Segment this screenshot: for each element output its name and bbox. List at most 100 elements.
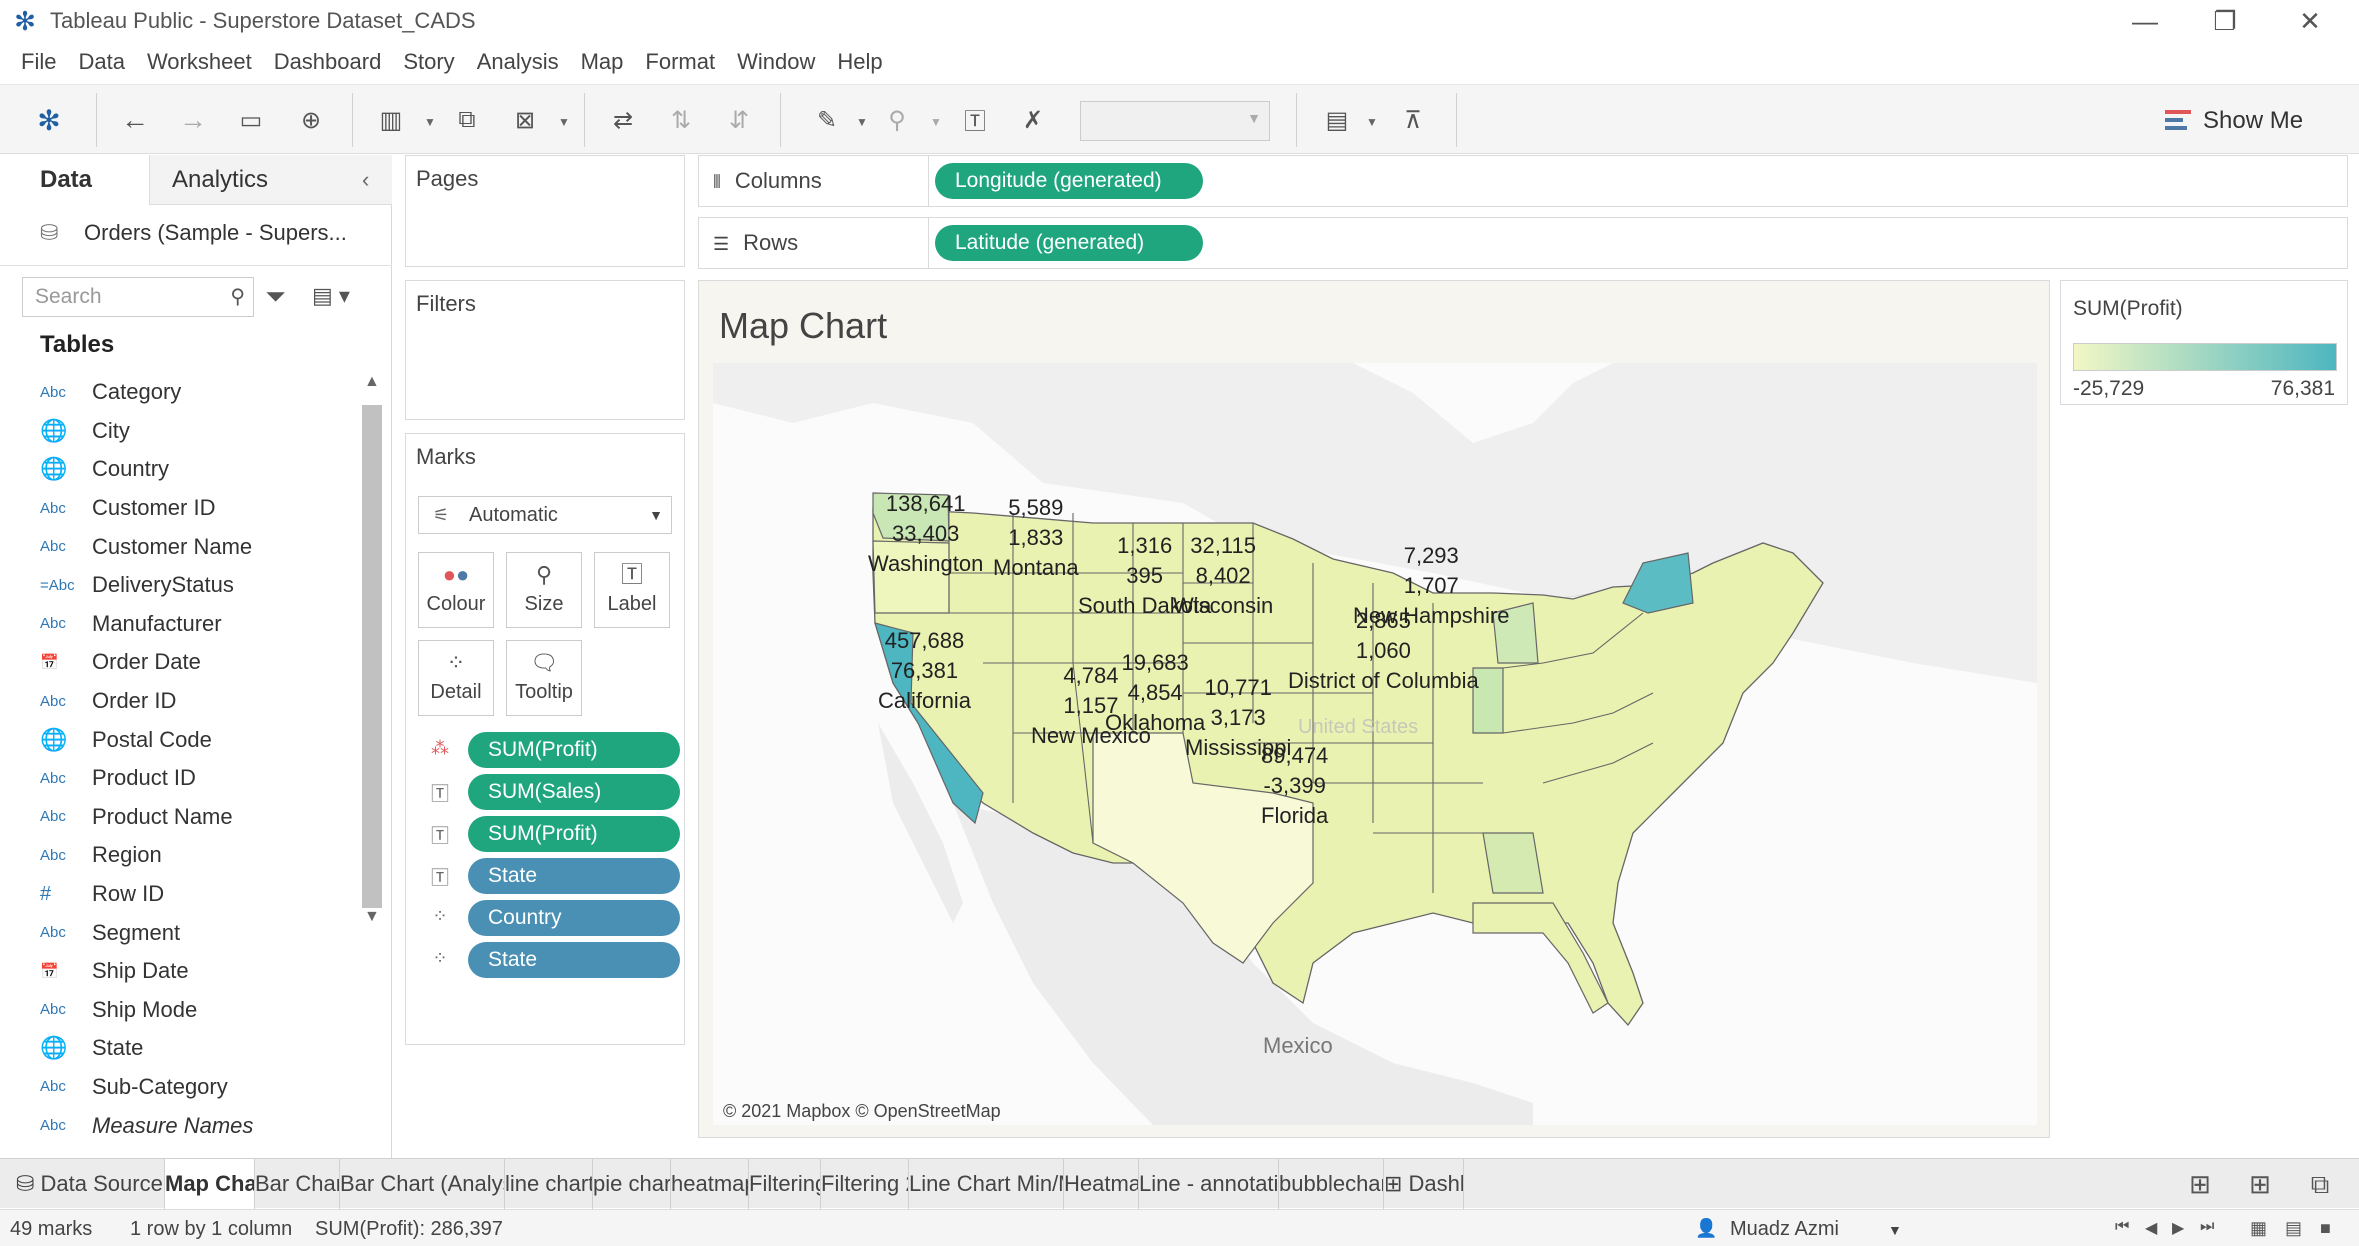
- redo-icon[interactable]: →: [172, 99, 214, 141]
- chevron-down-icon[interactable]: ▼: [856, 115, 868, 129]
- undo-icon[interactable]: ←: [114, 99, 156, 141]
- collapse-pane-icon[interactable]: ‹: [362, 167, 369, 193]
- highlight-icon[interactable]: ✎: [806, 99, 848, 141]
- field-ship-date[interactable]: 📅 Ship Date: [40, 952, 360, 991]
- field-row-id[interactable]: # Row ID: [40, 875, 360, 914]
- field-ship-mode[interactable]: Abc Ship Mode: [40, 991, 360, 1030]
- menu-dashboard[interactable]: Dashboard: [263, 49, 393, 75]
- menu-format[interactable]: Format: [634, 49, 726, 75]
- sheet-tab[interactable]: Bar Chart: [255, 1159, 340, 1209]
- sheet-tab[interactable]: Heatmap: [1064, 1159, 1139, 1209]
- new-story-icon[interactable]: ⧉: [2300, 1169, 2340, 1201]
- save-icon[interactable]: ▭: [230, 99, 272, 141]
- size-button[interactable]: ⚲ Size: [506, 552, 582, 628]
- sheet-tab[interactable]: ⛁ Data Source: [0, 1159, 165, 1209]
- label-button[interactable]: 🅃 Label: [594, 552, 670, 628]
- marks-pill[interactable]: State: [468, 858, 680, 894]
- menu-data[interactable]: Data: [67, 49, 135, 75]
- prev-sheet-icon[interactable]: ◀: [2145, 1218, 2157, 1238]
- field-manufacturer[interactable]: Abc Manufacturer: [40, 605, 360, 644]
- new-worksheet-icon[interactable]: ⊞: [2180, 1169, 2220, 1200]
- tooltip-button[interactable]: 🗨 Tooltip: [506, 640, 582, 716]
- sheet-tab[interactable]: Line - annotations: [1139, 1159, 1279, 1209]
- state-label[interactable]: 32,115 8,402 Wisconsin: [1173, 531, 1273, 621]
- search-icon[interactable]: ⚲: [230, 278, 245, 316]
- datasource-item[interactable]: ⛁ Orders (Sample - Supers...: [40, 215, 347, 251]
- chevron-down-icon[interactable]: ▼: [1888, 1222, 1902, 1238]
- state-label[interactable]: 457,688 76,381 California: [878, 626, 971, 716]
- menu-story[interactable]: Story: [392, 49, 465, 75]
- presentation-mode-icon[interactable]: ⊼: [1392, 99, 1434, 141]
- show-filmstrip-icon[interactable]: ▦: [2250, 1218, 2267, 1239]
- field-postal-code[interactable]: 🌐 Postal Code: [40, 720, 360, 759]
- close-button[interactable]: ✕: [2280, 0, 2340, 42]
- next-sheet-icon[interactable]: ▶: [2172, 1218, 2184, 1238]
- marks-pill[interactable]: State: [468, 942, 680, 978]
- pages-shelf[interactable]: Pages: [405, 155, 685, 267]
- state-label[interactable]: 89,474 -3,399 Florida: [1261, 741, 1328, 831]
- scrollbar[interactable]: ▲ ▼: [360, 373, 384, 933]
- rows-shelf[interactable]: ☰ Rows Latitude (generated): [698, 217, 2348, 269]
- field-city[interactable]: 🌐 City: [40, 412, 360, 451]
- field-customer-name[interactable]: Abc Customer Name: [40, 527, 360, 566]
- state-label[interactable]: 5,589 1,833 Montana: [993, 493, 1079, 583]
- fit-select[interactable]: ▼: [1080, 101, 1270, 141]
- view-options-icon[interactable]: ▤ ▾: [312, 283, 350, 309]
- sheet-tab[interactable]: Bar Chart (Analysed): [340, 1159, 505, 1209]
- tableau-home-icon[interactable]: ✻: [28, 99, 70, 141]
- state-label[interactable]: 138,641 33,403 Washington: [868, 489, 983, 579]
- state-label[interactable]: 2,865 1,060 District of Columbia: [1288, 606, 1479, 696]
- tab-analytics[interactable]: Analytics: [172, 155, 268, 205]
- marks-pill[interactable]: SUM(Sales): [468, 774, 680, 810]
- tab-data[interactable]: Data: [0, 155, 150, 205]
- field-product-id[interactable]: Abc Product ID: [40, 759, 360, 798]
- menu-window[interactable]: Window: [726, 49, 826, 75]
- cards-icon[interactable]: ▤: [1316, 99, 1358, 141]
- restore-button[interactable]: ❐: [2195, 0, 2255, 42]
- field-order-date[interactable]: 📅 Order Date: [40, 643, 360, 682]
- colour-legend[interactable]: SUM(Profit) -25,729 76,381: [2060, 280, 2348, 405]
- field-state[interactable]: 🌐 State: [40, 1029, 360, 1068]
- sheet-tab[interactable]: Map Chart: [165, 1159, 255, 1209]
- group-members-icon[interactable]: ⚲: [876, 99, 918, 141]
- field-segment[interactable]: Abc Segment: [40, 913, 360, 952]
- field-country[interactable]: 🌐 Country: [40, 450, 360, 489]
- field-category[interactable]: Abc Category: [40, 373, 360, 412]
- show-me-button[interactable]: Show Me: [2165, 101, 2303, 141]
- show-sheet-tabs-icon[interactable]: ▤: [2285, 1218, 2302, 1239]
- field-deliverystatus[interactable]: =Abc DeliveryStatus: [40, 566, 360, 605]
- sheet-tab[interactable]: pie chart: [593, 1159, 671, 1209]
- chevron-down-icon[interactable]: ▼: [1366, 115, 1378, 129]
- sheet-tab[interactable]: Line Chart Min/Max: [909, 1159, 1064, 1209]
- field-sub-category[interactable]: Abc Sub-Category: [40, 1068, 360, 1107]
- sheet-tab[interactable]: heatmap: [671, 1159, 749, 1209]
- detail-button[interactable]: ⁘ Detail: [418, 640, 494, 716]
- filters-shelf[interactable]: Filters: [405, 280, 685, 420]
- sort-ascending-icon[interactable]: ⇅: [660, 99, 702, 141]
- show-mark-labels-icon[interactable]: 🅃: [954, 99, 996, 141]
- map-canvas[interactable]: United States Mexico 138,641 33,403 Washin…: [713, 363, 2037, 1125]
- chevron-down-icon[interactable]: ▼: [558, 115, 570, 129]
- menu-worksheet[interactable]: Worksheet: [136, 49, 263, 75]
- marks-pill[interactable]: Country: [468, 900, 680, 936]
- new-datasource-icon[interactable]: ⊕: [290, 99, 332, 141]
- marks-pill[interactable]: SUM(Profit): [468, 816, 680, 852]
- scroll-up-icon[interactable]: ▲: [364, 373, 380, 391]
- rows-pill[interactable]: Latitude (generated): [935, 225, 1203, 261]
- sheet-tab[interactable]: line chart: [505, 1159, 593, 1209]
- marks-pill[interactable]: SUM(Profit): [468, 732, 680, 768]
- sheet-title[interactable]: Map Chart: [719, 305, 887, 347]
- colour-button[interactable]: ●● Colour: [418, 552, 494, 628]
- sort-descending-icon[interactable]: ⇵: [718, 99, 760, 141]
- menu-file[interactable]: File: [10, 49, 67, 75]
- minimize-button[interactable]: —: [2115, 0, 2175, 42]
- field-region[interactable]: Abc Region: [40, 836, 360, 875]
- sheet-tab[interactable]: ⊞ Dashb: [1384, 1159, 1464, 1209]
- menu-help[interactable]: Help: [826, 49, 893, 75]
- columns-shelf[interactable]: ⦀ Columns Longitude (generated): [698, 155, 2348, 207]
- sheet-tab[interactable]: Filtering: [749, 1159, 821, 1209]
- menu-map[interactable]: Map: [570, 49, 635, 75]
- field-measure-names[interactable]: Abc Measure Names: [40, 1106, 360, 1145]
- sheet-tab[interactable]: bubblechart: [1279, 1159, 1384, 1209]
- mark-type-select[interactable]: ⚟ Automatic ▼: [418, 496, 672, 534]
